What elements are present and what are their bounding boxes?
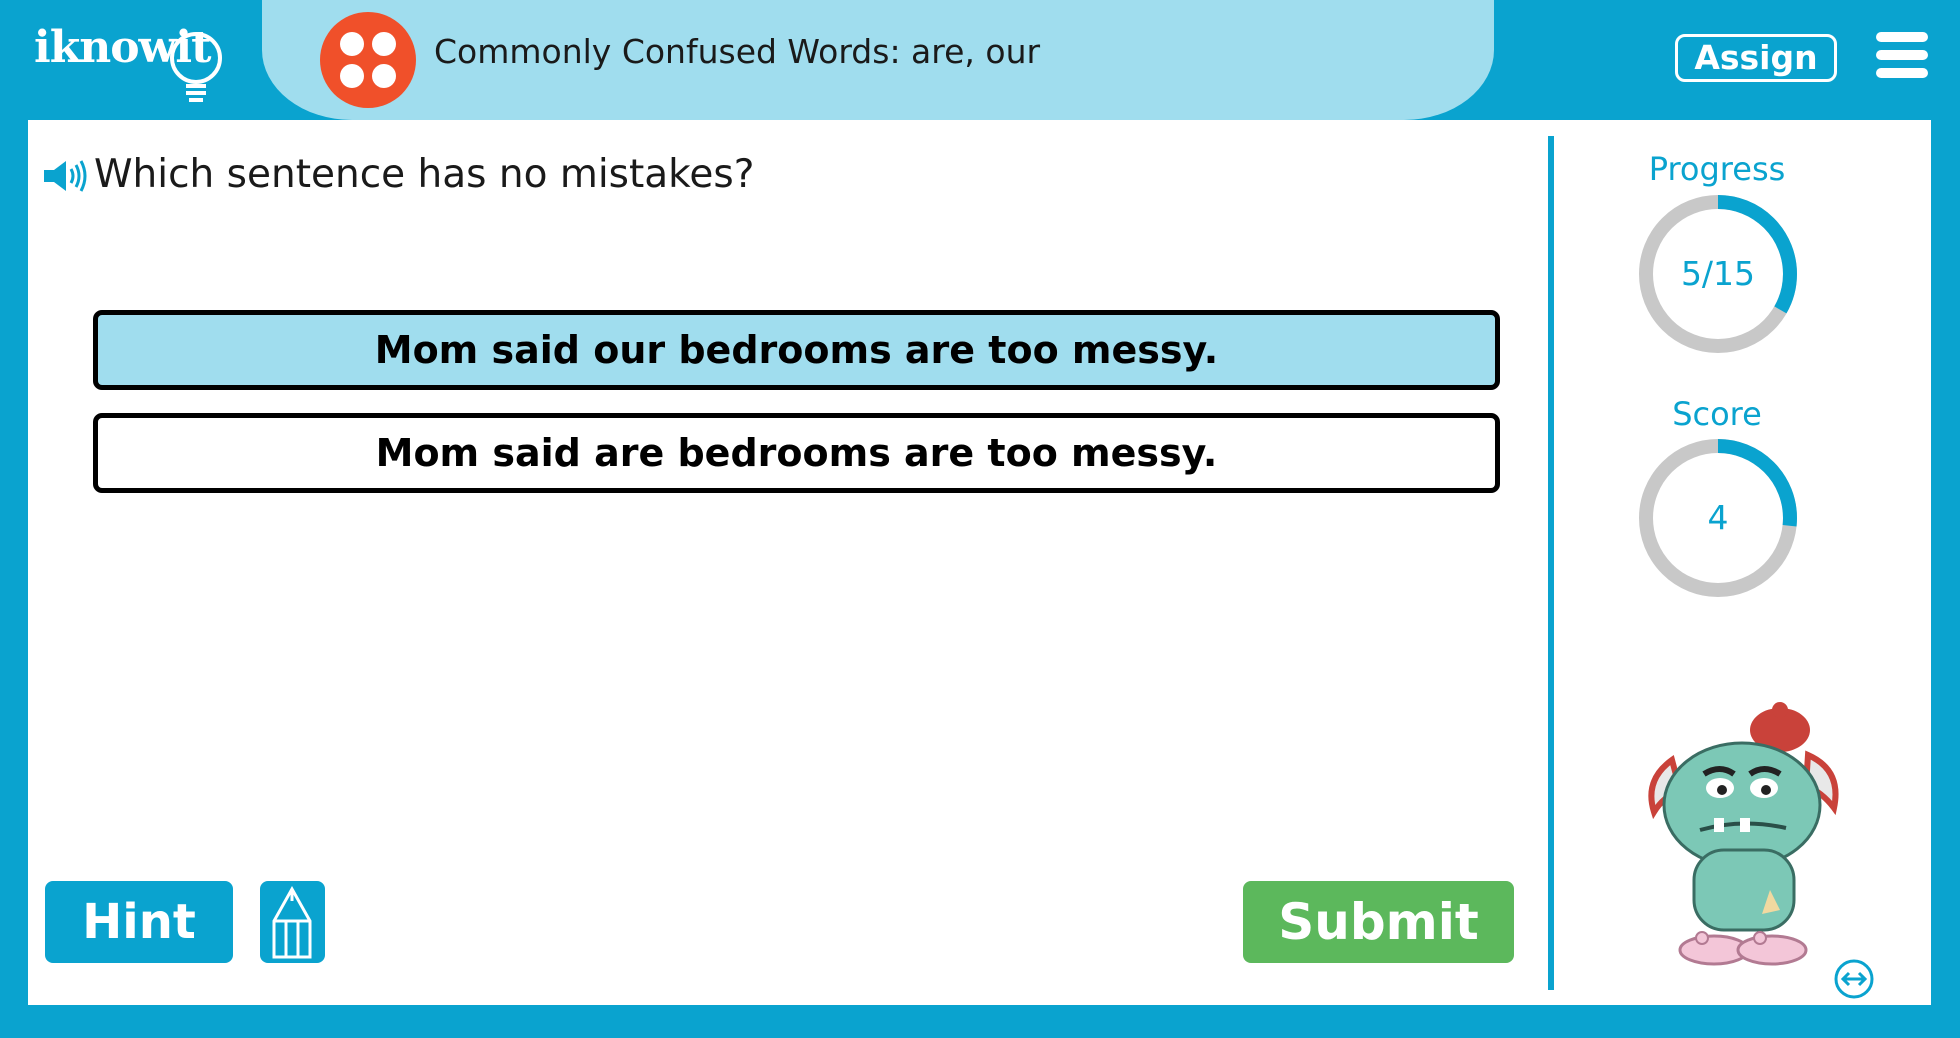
score-label: Score bbox=[1672, 395, 1762, 433]
question-text: Which sentence has no mistakes? bbox=[94, 152, 755, 197]
answer-option-text: Mom said are bedrooms are too messy. bbox=[375, 431, 1218, 475]
hint-button[interactable]: Hint bbox=[45, 881, 233, 963]
panel-divider bbox=[1548, 136, 1554, 990]
monster-mascot bbox=[1648, 702, 1839, 966]
menu-icon[interactable] bbox=[1876, 32, 1928, 78]
scratchpad-button[interactable] bbox=[260, 881, 325, 963]
progress-label: Progress bbox=[1648, 150, 1786, 188]
speaker-icon[interactable] bbox=[42, 158, 88, 194]
answer-option-1[interactable]: Mom said our bedrooms are too messy. bbox=[93, 310, 1500, 390]
score-value: 4 bbox=[1707, 498, 1729, 537]
progress-ring: 5/15 bbox=[1630, 186, 1806, 362]
pencil-icon bbox=[272, 885, 312, 959]
lightbulb-icon bbox=[170, 32, 222, 102]
submit-button[interactable]: Submit bbox=[1243, 881, 1514, 963]
assign-button[interactable]: Assign bbox=[1675, 34, 1837, 82]
topic-title: Commonly Confused Words: are, our bbox=[434, 32, 1041, 71]
progress-value: 5/15 bbox=[1680, 254, 1756, 293]
swap-icon[interactable] bbox=[1833, 958, 1875, 1000]
dice-icon bbox=[320, 12, 416, 108]
answer-option-text: Mom said our bedrooms are too messy. bbox=[374, 328, 1219, 372]
answer-option-2[interactable]: Mom said are bedrooms are too messy. bbox=[93, 413, 1500, 493]
iknowit-logo[interactable]: iknowit bbox=[34, 22, 224, 102]
score-ring: 4 bbox=[1630, 430, 1806, 606]
